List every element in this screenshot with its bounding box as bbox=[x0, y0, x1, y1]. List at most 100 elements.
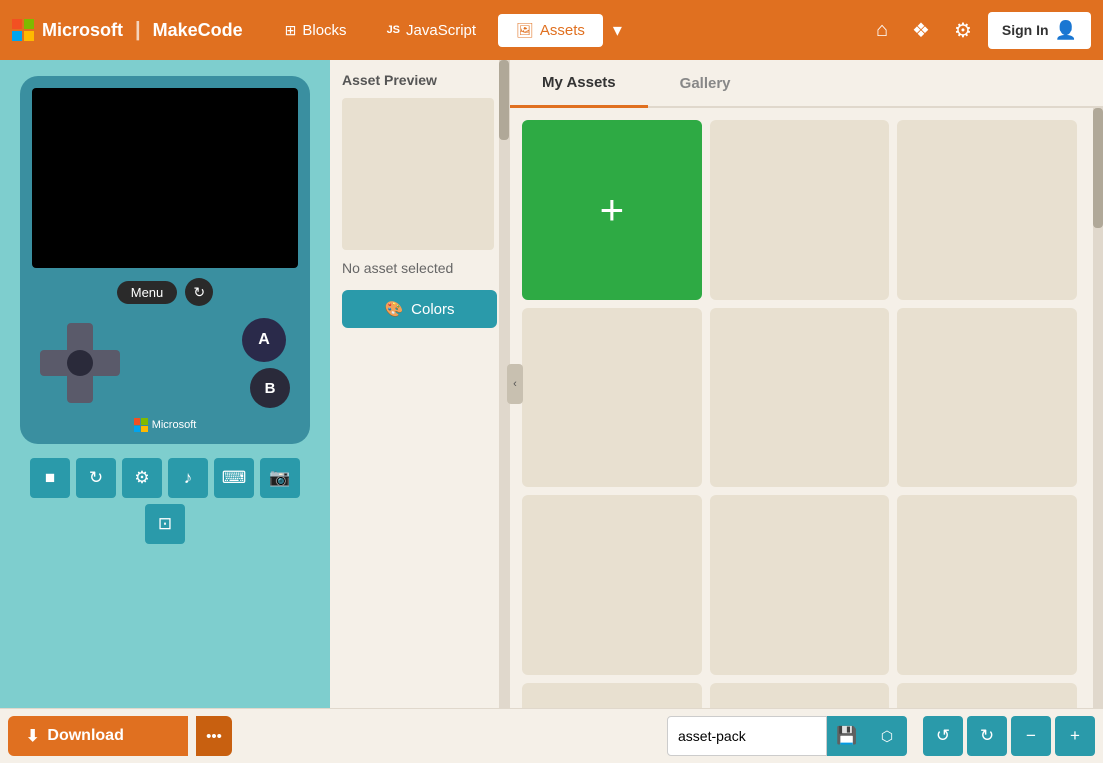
device-brand-label: Microsoft bbox=[152, 419, 197, 431]
blocks-icon: ⊞ bbox=[285, 22, 297, 39]
tab-gallery[interactable]: Gallery bbox=[648, 60, 763, 106]
tab-javascript[interactable]: JS JavaScript bbox=[369, 14, 495, 47]
sound-icon: ♪ bbox=[184, 468, 193, 488]
js-icon: JS bbox=[387, 24, 400, 36]
sim-debug-button[interactable]: ⚙ bbox=[122, 458, 162, 498]
debug-icon: ⚙ bbox=[134, 468, 149, 488]
save-icon: 💾 bbox=[836, 726, 857, 746]
add-asset-cell[interactable]: + bbox=[522, 120, 702, 300]
gallery-cell[interactable] bbox=[710, 683, 890, 708]
sim-toolbar: ■ ↻ ⚙ ♪ ⌨ 📷 ⊡ bbox=[8, 458, 322, 544]
main-area: Menu ↻ A B Microso bbox=[0, 60, 1103, 708]
header-tabs: ⊞ Blocks JS JavaScript 🖼 Assets ▾ bbox=[267, 12, 628, 49]
device-ms-logo bbox=[134, 418, 148, 432]
keyboard-icon: ⌨ bbox=[222, 468, 247, 488]
sim-screenshot-button[interactable]: 📷 bbox=[260, 458, 300, 498]
device-brand: Microsoft bbox=[32, 418, 298, 432]
fullscreen-icon: ⊡ bbox=[158, 514, 172, 534]
filename-input[interactable] bbox=[667, 716, 827, 756]
restart-icon: ↻ bbox=[89, 468, 103, 488]
device-menu-button[interactable]: Menu bbox=[117, 281, 178, 304]
asset-preview-title: Asset Preview bbox=[342, 72, 497, 88]
signin-label: Sign In bbox=[1002, 22, 1049, 38]
tab-assets[interactable]: 🖼 Assets bbox=[498, 14, 603, 47]
gallery-cell[interactable] bbox=[710, 120, 890, 300]
zoom-in-button[interactable]: + bbox=[1055, 716, 1095, 756]
tab-blocks[interactable]: ⊞ Blocks bbox=[267, 14, 365, 47]
colors-icon: 🎨 bbox=[384, 300, 403, 318]
header-divider: | bbox=[135, 19, 141, 42]
sim-stop-button[interactable]: ■ bbox=[30, 458, 70, 498]
sim-keyboard-button[interactable]: ⌨ bbox=[214, 458, 254, 498]
tab-my-assets[interactable]: My Assets bbox=[510, 60, 648, 108]
gallery-cell[interactable] bbox=[897, 120, 1077, 300]
more-icon: ••• bbox=[206, 728, 222, 745]
gallery-cell[interactable] bbox=[522, 495, 702, 675]
gallery-cell[interactable] bbox=[710, 495, 890, 675]
sim-fullscreen-button[interactable]: ⊡ bbox=[145, 504, 185, 544]
asset-preview-box bbox=[342, 98, 494, 250]
github-icon: ⬡ bbox=[881, 728, 893, 745]
plus-icon: + bbox=[1070, 726, 1080, 746]
button-b[interactable]: B bbox=[250, 368, 290, 408]
brand: Microsoft | MakeCode bbox=[12, 19, 243, 42]
gallery-panel: My Assets Gallery + bbox=[510, 60, 1103, 708]
tab-dropdown[interactable]: ▾ bbox=[607, 12, 628, 49]
sim-restart-button[interactable]: ↻ bbox=[76, 458, 116, 498]
gallery-scrollbar-thumb[interactable] bbox=[1093, 108, 1103, 228]
refresh-icon: ↻ bbox=[193, 284, 205, 301]
header: Microsoft | MakeCode ⊞ Blocks JS JavaScr… bbox=[0, 0, 1103, 60]
gallery-cell[interactable] bbox=[710, 308, 890, 488]
sim-sound-button[interactable]: ♪ bbox=[168, 458, 208, 498]
microsoft-logo bbox=[12, 19, 34, 41]
gallery-grid: + bbox=[522, 120, 1091, 708]
device-refresh-button[interactable]: ↻ bbox=[185, 278, 213, 306]
tab-assets-label: Assets bbox=[540, 22, 585, 39]
ab-buttons: A B bbox=[242, 318, 290, 408]
gallery-scrollbar-track bbox=[1093, 108, 1103, 708]
gallery-cell[interactable] bbox=[522, 308, 702, 488]
save-button[interactable]: 💾 bbox=[827, 716, 867, 756]
panel-collapse-button[interactable]: ‹ bbox=[507, 364, 523, 404]
no-asset-text: No asset selected bbox=[342, 260, 497, 276]
stop-icon: ■ bbox=[45, 468, 55, 488]
device-controls: A B bbox=[32, 314, 298, 412]
settings-button[interactable]: ⚙ bbox=[946, 10, 980, 51]
microsoft-label: Microsoft bbox=[42, 20, 123, 41]
device-menu-row: Menu ↻ bbox=[32, 278, 298, 306]
signin-button[interactable]: Sign In 👤 bbox=[988, 12, 1091, 49]
footer-action-buttons: ↺ ↻ − + bbox=[923, 716, 1095, 756]
home-button[interactable]: ⌂ bbox=[868, 11, 896, 50]
minus-icon: − bbox=[1026, 726, 1036, 746]
footer: ⬇ Download ••• 💾 ⬡ ↺ ↻ − + bbox=[0, 708, 1103, 763]
download-icon: ⬇ bbox=[26, 726, 39, 746]
screenshot-icon: 📷 bbox=[269, 468, 290, 488]
gallery-cell[interactable] bbox=[897, 683, 1077, 708]
zoom-out-button[interactable]: − bbox=[1011, 716, 1051, 756]
gallery-scroll-container[interactable]: + bbox=[510, 108, 1103, 708]
makecode-label: MakeCode bbox=[153, 20, 243, 41]
undo-button[interactable]: ↺ bbox=[923, 716, 963, 756]
colors-label: Colors bbox=[411, 301, 454, 318]
gallery-cell[interactable] bbox=[897, 495, 1077, 675]
collapse-icon: ‹ bbox=[513, 378, 517, 390]
add-icon: + bbox=[600, 186, 625, 234]
colors-button[interactable]: 🎨 Colors bbox=[342, 290, 497, 328]
dpad[interactable] bbox=[40, 323, 120, 403]
dpad-center bbox=[67, 350, 93, 376]
download-more-button[interactable]: ••• bbox=[196, 716, 232, 756]
share-button[interactable]: ❖ bbox=[904, 10, 938, 51]
assets-icon: 🖼 bbox=[516, 22, 534, 39]
github-button[interactable]: ⬡ bbox=[867, 716, 907, 756]
asset-scrollbar-thumb[interactable] bbox=[499, 60, 509, 140]
filename-container: 💾 ⬡ bbox=[667, 716, 907, 756]
button-a[interactable]: A bbox=[242, 318, 286, 362]
tab-javascript-label: JavaScript bbox=[406, 22, 476, 39]
redo-button[interactable]: ↻ bbox=[967, 716, 1007, 756]
device-screen bbox=[32, 88, 298, 268]
gallery-cell[interactable] bbox=[897, 308, 1077, 488]
redo-icon: ↻ bbox=[980, 726, 994, 746]
download-button[interactable]: ⬇ Download bbox=[8, 716, 188, 756]
gallery-cell[interactable] bbox=[522, 683, 702, 708]
tab-blocks-label: Blocks bbox=[302, 22, 346, 39]
